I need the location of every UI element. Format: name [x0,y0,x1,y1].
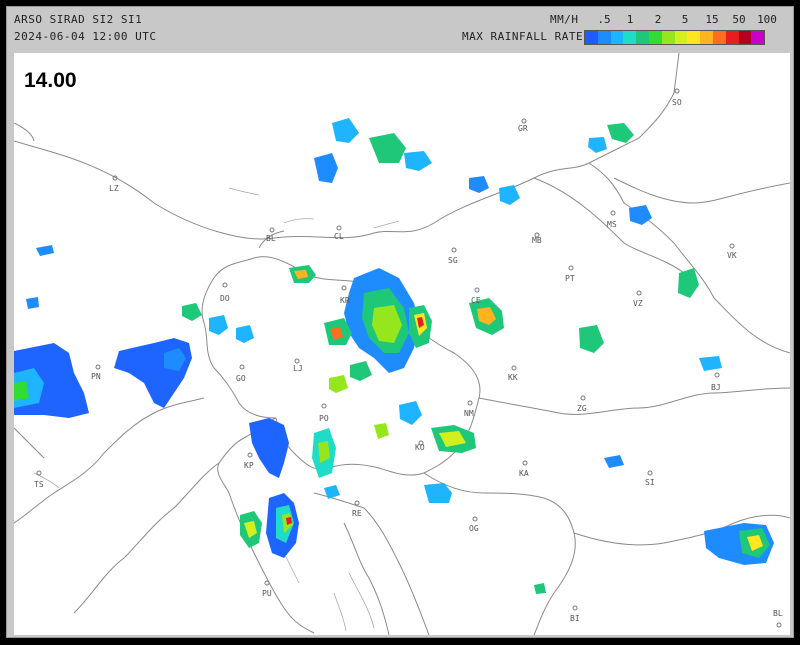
svg-text:GO: GO [236,374,246,383]
svg-text:GR: GR [518,124,528,133]
scale-swatch [623,31,637,44]
scale-swatch [636,31,649,44]
svg-text:MB: MB [532,236,542,245]
svg-text:KP: KP [244,461,254,470]
scale-swatch [687,31,701,44]
scale-tick: 1 [626,13,634,26]
svg-text:PU: PU [262,589,272,598]
svg-text:SO: SO [672,98,682,107]
scale-swatch [674,31,688,44]
svg-text:OG: OG [469,524,479,533]
scale-swatch [751,31,765,44]
scale-swatch [712,31,726,44]
svg-text:LZ: LZ [109,184,119,193]
scale-tick: 50 [732,13,746,26]
svg-text:RE: RE [352,509,362,518]
svg-text:PT: PT [565,274,575,283]
svg-text:ZG: ZG [577,404,587,413]
svg-text:CL: CL [334,232,344,241]
scale-swatch [585,31,598,44]
svg-text:BL: BL [266,234,276,243]
svg-text:BI: BI [570,614,580,623]
scale-swatch [700,31,713,44]
color-scale-bar [584,30,766,45]
svg-text:LJ: LJ [293,364,303,373]
svg-text:PN: PN [91,372,101,381]
svg-text:SG: SG [448,256,458,265]
scale-tick: .5 [597,13,611,26]
svg-text:KK: KK [508,373,518,382]
scale-swatch [648,31,662,44]
svg-text:TS: TS [34,480,44,489]
unit-label: MM/H [550,13,579,26]
radar-map: SO GR LZ BL CL MB MS VK SG PT DO KR CE V… [14,53,790,635]
svg-text:CE: CE [471,296,481,305]
scale-swatch [725,31,739,44]
datetime-label: 2024-06-04 12:00 UTC [14,30,157,43]
scale-swatch [597,31,611,44]
scale-tick: 2 [654,13,662,26]
scale-swatch [661,31,675,44]
svg-text:NM: NM [464,409,474,418]
scale-tick: 100 [757,13,777,26]
svg-text:VZ: VZ [633,299,643,308]
scale-tick: 5 [681,13,689,26]
time-overlay-label: 14.00 [24,69,77,92]
coast-islands [33,187,400,632]
map-canvas: SO GR LZ BL CL MB MS VK SG PT DO KR CE V… [14,53,790,635]
svg-text:PO: PO [319,414,329,423]
svg-text:SI: SI [645,478,655,487]
scale-swatch [610,31,624,44]
svg-text:KO: KO [415,443,425,452]
svg-text:KR: KR [340,296,350,305]
svg-text:VK: VK [727,251,737,260]
scale-swatch [738,31,752,44]
svg-text:BJ: BJ [711,383,721,392]
svg-text:MS: MS [607,220,617,229]
radar-frame: ARSO SIRAD SI2 SI1 2024-06-04 12:00 UTC … [6,6,794,638]
scale-tick: 15 [705,13,719,26]
product-title: ARSO SIRAD SI2 SI1 [14,13,143,26]
rain-echoes [14,118,774,594]
svg-text:DO: DO [220,294,230,303]
svg-text:KA: KA [519,469,529,478]
header-bar: ARSO SIRAD SI2 SI1 2024-06-04 12:00 UTC … [7,7,793,51]
legend-title: MAX RAINFALL RATE [462,30,584,43]
svg-text:BL: BL [773,609,783,618]
